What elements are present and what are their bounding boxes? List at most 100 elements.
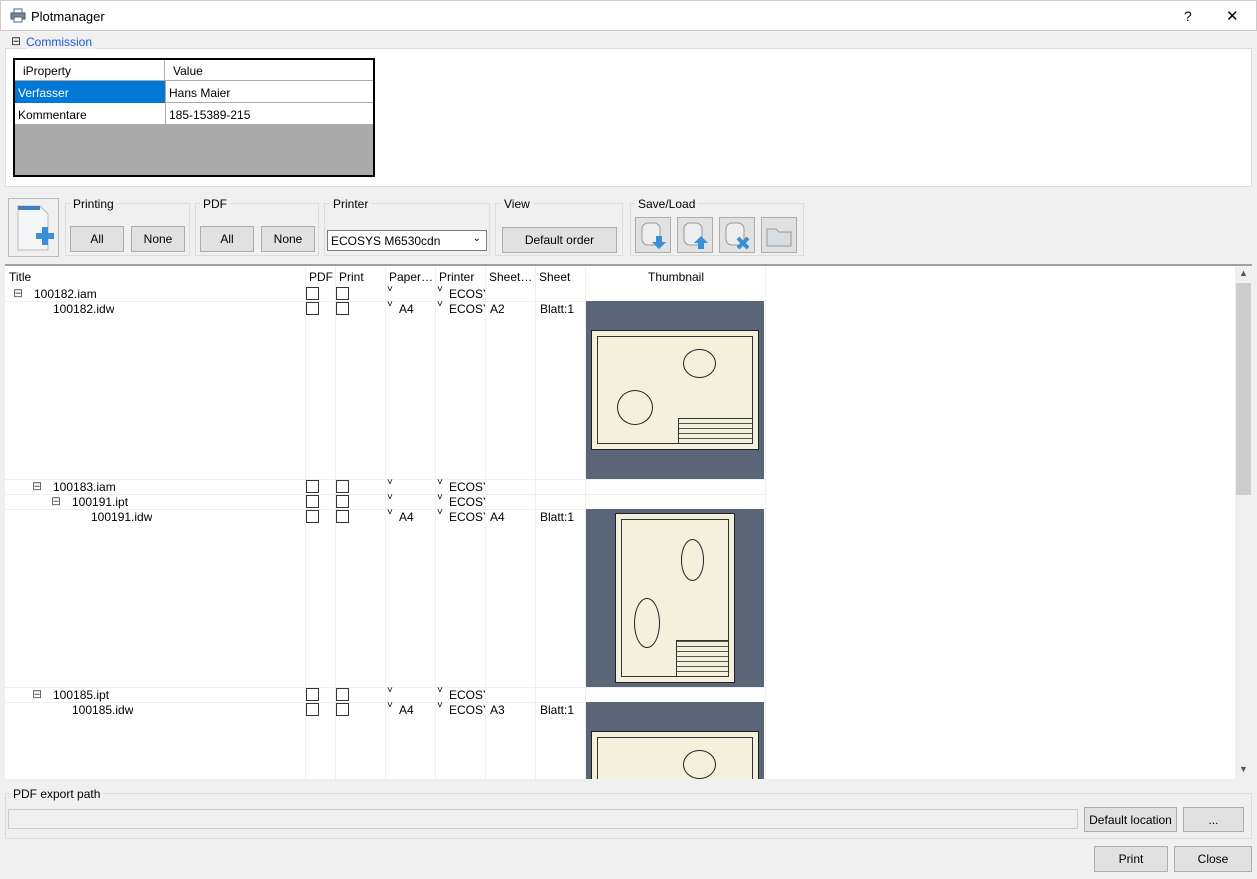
tree-item-title[interactable]: 100183.iam <box>53 480 116 494</box>
pdf-checkbox[interactable] <box>306 703 319 716</box>
default-location-button[interactable]: Default location <box>1084 807 1177 832</box>
tree-item-title[interactable]: 100182.idw <box>53 302 114 316</box>
printing-none-button[interactable]: None <box>131 226 185 252</box>
iproperty-table: iProperty Value Verfasser Hans Maier Kom… <box>13 58 375 177</box>
tree-item-title[interactable]: 100191.idw <box>91 510 152 524</box>
commission-label: Commission <box>26 35 97 49</box>
chevron-down-icon[interactable]: ˅ <box>437 284 443 295</box>
chevron-down-icon[interactable]: ˅ <box>437 700 443 711</box>
chevron-down-icon[interactable]: ˅ <box>437 492 443 503</box>
collapse-icon[interactable]: ⊟ <box>11 34 22 48</box>
sheet-size: A3 <box>490 703 505 717</box>
sheet-name: Blatt:1 <box>540 703 575 717</box>
pdf-all-button[interactable]: All <box>200 226 254 252</box>
print-checkbox[interactable] <box>336 688 349 701</box>
column-header-paper[interactable]: Paper… <box>389 270 433 284</box>
database-delete-icon <box>725 222 750 250</box>
chevron-down-icon[interactable]: ˅ <box>387 284 393 295</box>
printer-select[interactable]: ECOSY <box>449 703 485 717</box>
pdf-none-button[interactable]: None <box>261 226 315 252</box>
row-divider <box>5 479 765 480</box>
scrollbar-thumb[interactable] <box>1236 283 1251 495</box>
default-order-button[interactable]: Default order <box>502 227 617 253</box>
column-header-iproperty[interactable]: iProperty <box>15 60 165 81</box>
chevron-down-icon[interactable]: ˅ <box>387 477 393 488</box>
tree-item-title[interactable]: 100185.idw <box>72 703 133 717</box>
tree-item-title[interactable]: 100191.ipt <box>72 495 128 509</box>
database-save-icon <box>641 222 666 249</box>
printer-icon <box>10 8 26 23</box>
print-button[interactable]: Print <box>1094 846 1168 872</box>
tree-expander-icon[interactable]: ⊟ <box>32 479 42 493</box>
printer-select[interactable]: ECOSY <box>449 287 485 301</box>
column-header-sheet-size[interactable]: Sheet… <box>489 270 533 284</box>
pdf-checkbox[interactable] <box>306 302 319 315</box>
tree-item-title[interactable]: 100182.iam <box>34 287 97 301</box>
chevron-down-icon[interactable]: ˅ <box>387 685 393 696</box>
chevron-down-icon[interactable]: ˅ <box>387 492 393 503</box>
property-name-cell[interactable]: Kommentare <box>15 103 165 125</box>
printer-label: Printer <box>330 197 372 211</box>
open-folder-button[interactable] <box>761 217 797 253</box>
folder-icon <box>766 228 792 247</box>
property-value-cell[interactable]: Hans Maier <box>165 81 373 103</box>
browse-button[interactable]: ... <box>1183 807 1244 832</box>
print-checkbox[interactable] <box>336 510 349 523</box>
printer-select[interactable]: ECOSY <box>449 495 485 509</box>
save-button[interactable] <box>635 217 671 253</box>
help-button[interactable]: ? <box>1184 8 1192 24</box>
printer-select[interactable]: ECOSY <box>449 510 485 524</box>
column-header-title[interactable]: Title <box>9 270 303 284</box>
scroll-up-arrow[interactable]: ▲ <box>1239 268 1248 278</box>
vertical-scrollbar[interactable]: ▲ ▼ <box>1235 266 1252 779</box>
print-checkbox[interactable] <box>336 703 349 716</box>
column-header-sheet[interactable]: Sheet <box>539 270 583 284</box>
pdf-checkbox[interactable] <box>306 688 319 701</box>
property-value-cell[interactable]: 185-15389-215 <box>165 103 373 125</box>
add-document-button[interactable] <box>8 198 59 257</box>
pdf-checkbox[interactable] <box>306 495 319 508</box>
paper-select[interactable]: A4 <box>399 703 414 717</box>
pdf-checkbox[interactable] <box>306 510 319 523</box>
column-header-thumbnail[interactable]: Thumbnail <box>589 270 763 284</box>
document-tree-grid[interactable]: Title PDF Print Paper… Printer Sheet… Sheet Thu… <box>5 264 1252 779</box>
column-header-pdf[interactable]: PDF <box>309 270 333 284</box>
tree-expander-icon[interactable]: ⊟ <box>51 494 61 508</box>
printer-select[interactable]: ECOSYS M6530cdn ⌄ <box>327 230 487 251</box>
chevron-down-icon[interactable]: ˅ <box>387 700 393 711</box>
chevron-down-icon[interactable]: ˅ <box>387 507 393 518</box>
paper-select[interactable]: A4 <box>399 302 414 316</box>
tree-expander-icon[interactable]: ⊟ <box>13 286 23 300</box>
delete-button[interactable] <box>719 217 755 253</box>
printer-select[interactable]: ECOSY <box>449 688 485 702</box>
print-checkbox[interactable] <box>336 480 349 493</box>
print-checkbox[interactable] <box>336 287 349 300</box>
column-divider <box>765 266 766 779</box>
tree-item-title[interactable]: 100185.ipt <box>53 688 109 702</box>
paper-select[interactable]: A4 <box>399 510 414 524</box>
chevron-down-icon[interactable]: ˅ <box>437 477 443 488</box>
chevron-down-icon[interactable]: ˅ <box>437 507 443 518</box>
chevron-down-icon[interactable]: ˅ <box>437 299 443 310</box>
pdf-checkbox[interactable] <box>306 480 319 493</box>
scroll-down-arrow[interactable]: ▼ <box>1239 764 1248 774</box>
sheet-size: A4 <box>490 510 505 524</box>
pdf-checkbox[interactable] <box>306 287 319 300</box>
column-header-printer[interactable]: Printer <box>439 270 483 284</box>
tree-expander-icon[interactable]: ⊟ <box>32 687 42 701</box>
load-button[interactable] <box>677 217 713 253</box>
pdf-export-path-field[interactable] <box>8 809 1078 829</box>
close-window-button[interactable]: ✕ <box>1226 7 1239 25</box>
printer-select[interactable]: ECOSY <box>449 480 485 494</box>
drawing-thumbnail <box>586 509 764 687</box>
chevron-down-icon[interactable]: ˅ <box>387 299 393 310</box>
column-header-print[interactable]: Print <box>339 270 383 284</box>
printing-all-button[interactable]: All <box>70 226 124 252</box>
print-checkbox[interactable] <box>336 302 349 315</box>
print-checkbox[interactable] <box>336 495 349 508</box>
printer-select[interactable]: ECOSY <box>449 302 485 316</box>
chevron-down-icon[interactable]: ˅ <box>437 685 443 696</box>
property-name-cell[interactable]: Verfasser <box>15 81 165 103</box>
column-header-value[interactable]: Value <box>165 60 373 81</box>
close-button[interactable]: Close <box>1174 846 1252 872</box>
